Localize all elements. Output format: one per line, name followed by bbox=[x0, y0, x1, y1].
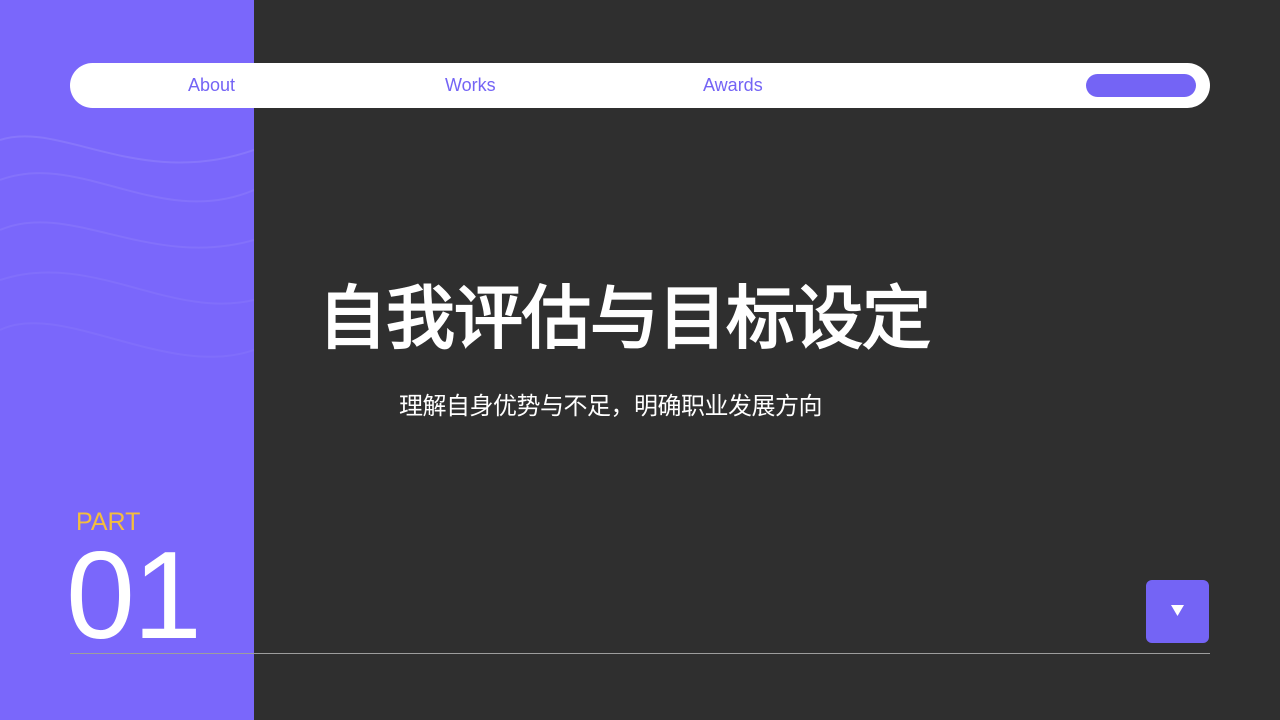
nav-active-pill-button[interactable] bbox=[1086, 74, 1196, 97]
page-title: 自我评估与目标设定 bbox=[318, 279, 931, 359]
page-subtitle: 理解自身优势与不足，明确职业发展方向 bbox=[399, 392, 823, 420]
nav-item-works[interactable]: Works bbox=[445, 75, 496, 96]
part-number: 01 bbox=[66, 527, 202, 665]
nav-item-about[interactable]: About bbox=[188, 75, 235, 96]
nav-item-awards[interactable]: Awards bbox=[703, 75, 763, 96]
next-section-button[interactable] bbox=[1146, 580, 1209, 643]
top-navigation-bar: About Works Awards bbox=[70, 63, 1210, 108]
triangle-down-icon bbox=[1171, 605, 1184, 616]
bottom-divider bbox=[70, 653, 1210, 654]
